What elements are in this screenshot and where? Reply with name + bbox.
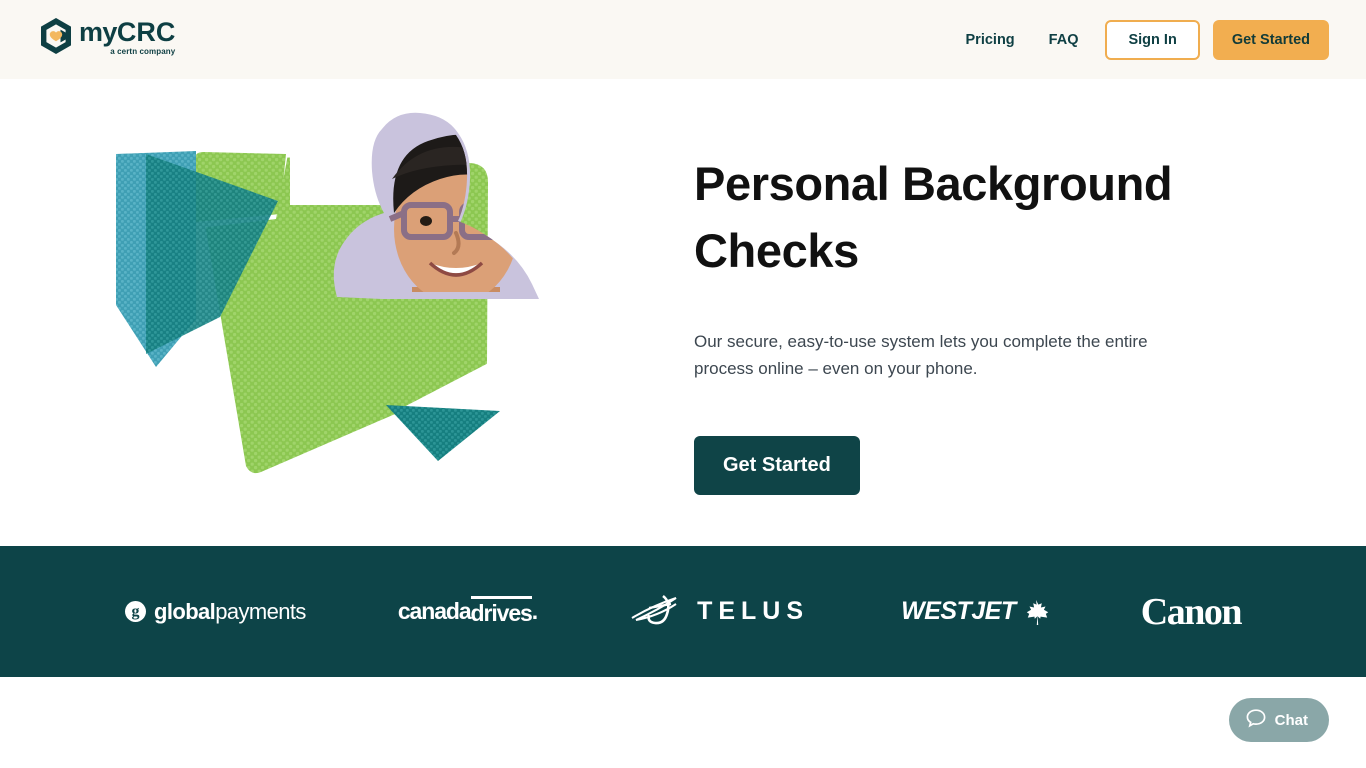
logo-tagline: a certn company <box>110 47 176 56</box>
brand-logo-canadadrives: canada drives. <box>397 596 538 627</box>
globalpayments-word-1: global <box>154 598 216 624</box>
nav-link-pricing[interactable]: Pricing <box>949 32 1032 48</box>
chat-label: Chat <box>1274 711 1308 729</box>
telus-swoosh-icon <box>629 592 687 631</box>
telus-word: TELUS <box>697 597 810 625</box>
canon-word: Canon <box>1140 590 1243 633</box>
hero-title: Personal Background Checks <box>694 157 1173 277</box>
logo-text: myCRC a certn company <box>79 18 175 56</box>
globalpayments-icon: g <box>125 601 146 622</box>
chat-widget-button[interactable]: Chat <box>1228 698 1329 742</box>
hero-get-started-button[interactable]: Get Started <box>694 436 860 495</box>
canadadrives-period: . <box>531 598 538 624</box>
logo-wordmark: myCRC <box>79 17 176 47</box>
header-get-started-button[interactable]: Get Started <box>1212 19 1329 60</box>
sign-in-button[interactable]: Sign In <box>1105 19 1200 60</box>
westjet-word: WESTJET <box>901 597 1016 625</box>
hero-subtitle: Our secure, easy-to-use system lets you … <box>694 332 1148 378</box>
brand-logo-globalpayments: g global payments <box>125 599 306 625</box>
logo[interactable]: myCRC a certn company <box>40 18 175 56</box>
canadadrives-word-1: canada <box>397 598 472 624</box>
brand-logo-westjet: WESTJET <box>901 597 1049 626</box>
client-logo-band: g global payments canada drives. TELUS WES… <box>0 546 1366 677</box>
hero-illustration <box>100 109 550 499</box>
mycrc-logo-icon <box>40 18 72 54</box>
westjet-maple-leaf-icon <box>1023 599 1049 625</box>
chat-bubble-icon <box>1246 708 1266 732</box>
hero-copy: Personal Background Checks Our secure, e… <box>694 150 1254 495</box>
site-header: myCRC a certn company Pricing FAQ Sign I… <box>0 0 1366 79</box>
canadadrives-word-2: drives <box>470 596 533 627</box>
hero-section: Personal Background Checks Our secure, e… <box>0 79 1366 546</box>
main-navigation: Pricing FAQ Sign In Get Started <box>949 0 1329 79</box>
brand-logo-canon: Canon <box>1140 590 1243 634</box>
nav-link-faq[interactable]: FAQ <box>1032 32 1096 48</box>
brand-logo-telus: TELUS <box>629 592 809 631</box>
globalpayments-word-2: payments <box>215 598 306 624</box>
